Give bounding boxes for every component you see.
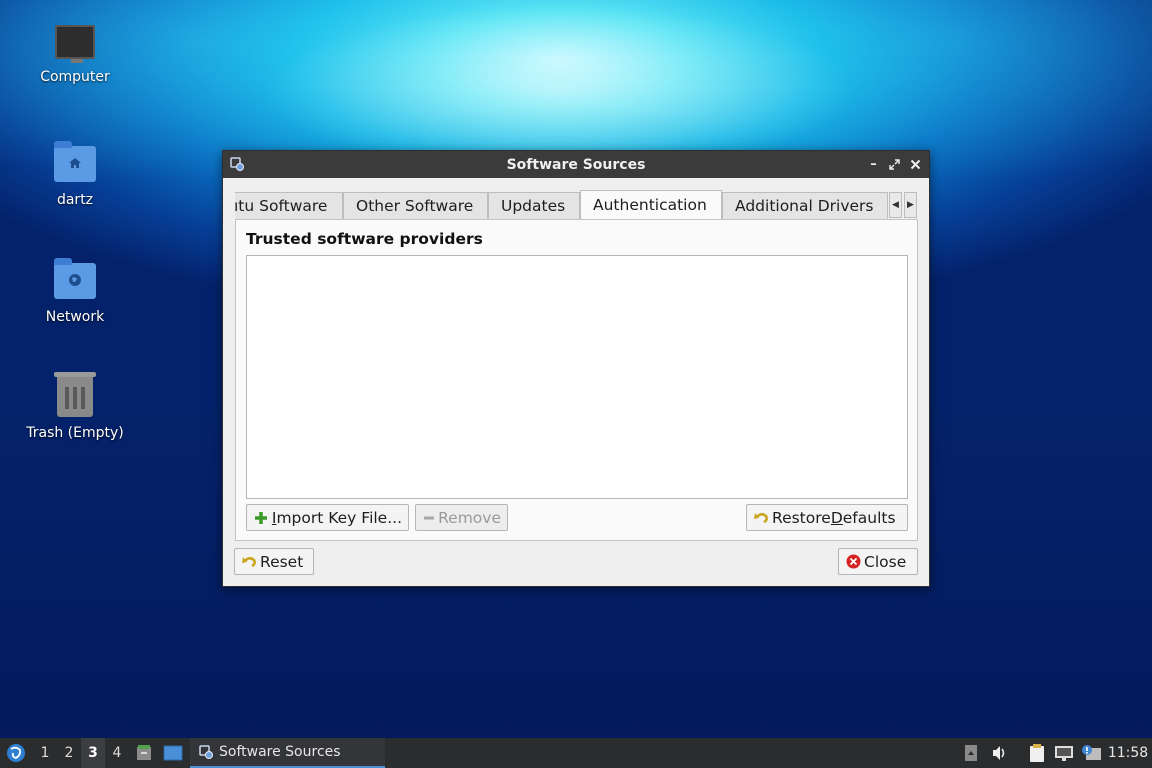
network-wired-icon bbox=[1055, 746, 1073, 761]
desktop-icon-label: Network bbox=[45, 309, 105, 325]
software-sources-app-icon bbox=[230, 157, 244, 171]
undo-icon bbox=[753, 510, 769, 526]
home-folder-icon bbox=[54, 141, 96, 182]
tab-scroll-left-button[interactable]: ◀ bbox=[889, 192, 902, 218]
workspace-4[interactable]: 4 bbox=[105, 738, 129, 768]
show-desktop-launcher[interactable] bbox=[161, 738, 185, 768]
tab-ubuntu-software[interactable]: ıtu Software bbox=[235, 192, 343, 219]
tab-other-software[interactable]: Other Software bbox=[343, 192, 488, 219]
workspace-3[interactable]: 3 bbox=[81, 738, 105, 768]
add-icon bbox=[253, 510, 269, 526]
monitor-icon bbox=[55, 25, 95, 63]
desktop-icon-computer[interactable]: Computer bbox=[15, 25, 135, 85]
desktop-icon-label: Computer bbox=[40, 69, 110, 85]
minimize-icon[interactable]: – bbox=[866, 155, 881, 173]
clipboard-indicator[interactable] bbox=[1026, 738, 1048, 768]
restore-mnemonic: D bbox=[830, 508, 843, 527]
desktop-icon bbox=[163, 745, 183, 761]
network-indicator[interactable] bbox=[1053, 738, 1075, 768]
close-icon[interactable] bbox=[908, 155, 923, 173]
chevron-up-icon bbox=[965, 745, 977, 761]
update-notification-icon bbox=[1082, 745, 1101, 760]
file-manager-launcher[interactable] bbox=[133, 738, 155, 768]
workspace-2[interactable]: 2 bbox=[57, 738, 81, 768]
tab-bar: ıtu Software Other Software Updates Auth… bbox=[235, 190, 918, 220]
app-menu-icon bbox=[7, 744, 25, 762]
tab-authentication[interactable]: Authentication bbox=[580, 190, 722, 220]
tab-scroll-right-button[interactable]: ▶ bbox=[904, 192, 917, 218]
maximize-icon[interactable] bbox=[887, 155, 902, 173]
volume-indicator[interactable] bbox=[989, 738, 1011, 768]
workspace-1[interactable]: 1 bbox=[33, 738, 57, 768]
desktop-icon-network[interactable]: Network bbox=[15, 258, 135, 325]
notification-indicator[interactable] bbox=[1079, 738, 1103, 768]
restore-defaults-button[interactable]: Restore Defaults bbox=[746, 504, 908, 531]
taskbar: 1 2 3 4 Software Sources 11:58 bbox=[0, 738, 1152, 768]
window-titlebar[interactable]: Software Sources – bbox=[223, 151, 929, 178]
desktop-icon-home[interactable]: dartz bbox=[15, 141, 135, 208]
close-circle-icon bbox=[845, 554, 861, 570]
import-key-file-button[interactable]: Import Key File... bbox=[246, 504, 409, 531]
start-menu-button[interactable] bbox=[2, 738, 30, 768]
undo-icon bbox=[241, 554, 257, 570]
file-cabinet-icon bbox=[137, 745, 151, 760]
software-sources-app-icon bbox=[199, 745, 213, 759]
tab-updates[interactable]: Updates bbox=[488, 192, 580, 219]
desktop-icon-trash[interactable]: Trash (Empty) bbox=[15, 372, 135, 441]
trusted-keys-list[interactable] bbox=[246, 255, 908, 499]
remove-icon bbox=[422, 510, 435, 526]
taskbar-task-software-sources[interactable]: Software Sources bbox=[190, 738, 385, 768]
remove-key-button[interactable]: Remove bbox=[415, 504, 508, 531]
reset-button[interactable]: Reset bbox=[234, 548, 314, 575]
clipboard-icon bbox=[1030, 744, 1044, 762]
speaker-icon bbox=[993, 746, 1005, 760]
trusted-providers-heading: Trusted software providers bbox=[246, 230, 483, 248]
authentication-panel: Trusted software providers Import Key Fi… bbox=[235, 219, 918, 541]
clock[interactable]: 11:58 bbox=[1106, 738, 1150, 768]
tray-expand-button[interactable] bbox=[962, 738, 980, 768]
window-title: Software Sources bbox=[506, 156, 646, 173]
desktop-icon-label: Trash (Empty) bbox=[26, 425, 124, 441]
network-folder-icon bbox=[54, 258, 96, 299]
close-button[interactable]: Close bbox=[838, 548, 918, 575]
desktop-icon-label: dartz bbox=[56, 192, 94, 208]
trash-icon bbox=[54, 372, 96, 417]
tab-additional-drivers[interactable]: Additional Drivers bbox=[722, 192, 888, 219]
software-sources-window: Software Sources – ıtu Software Other So… bbox=[222, 150, 930, 587]
